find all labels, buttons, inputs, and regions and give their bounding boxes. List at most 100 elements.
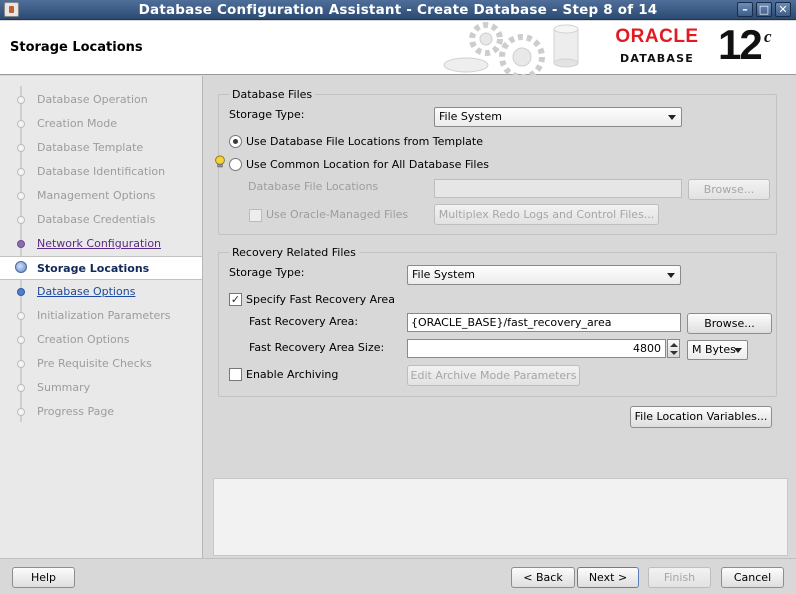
use-template-locations-radio[interactable] <box>229 135 242 148</box>
fra-size-unit-value: M Bytes <box>692 343 736 356</box>
step-label[interactable]: Database Options <box>37 285 135 298</box>
step-label: Management Options <box>37 189 156 202</box>
gears-decoration-icon <box>443 22 579 75</box>
step-label: Database Template <box>37 141 144 154</box>
step-label[interactable]: Network Configuration <box>37 237 161 250</box>
fra-path-input[interactable]: {ORACLE_BASE}/fast_recovery_area <box>407 313 681 332</box>
step-dot-icon <box>17 96 25 104</box>
use-template-locations-label[interactable]: Use Database File Locations from Templat… <box>246 135 483 148</box>
cancel-button[interactable]: Cancel <box>721 567 784 588</box>
step-label: Pre Requisite Checks <box>37 357 152 370</box>
fra-label: Fast Recovery Area: <box>249 315 359 328</box>
step-dot-icon <box>17 384 25 392</box>
step-creation-mode: Creation Mode <box>0 113 202 135</box>
specify-fra-label[interactable]: Specify Fast Recovery Area <box>246 293 395 306</box>
recovery-storage-type-label: Storage Type: <box>229 266 305 279</box>
step-label: Database Identification <box>37 165 166 178</box>
step-dot-icon <box>17 144 25 152</box>
step-label: Creation Options <box>37 333 130 346</box>
step-dot-icon <box>17 312 25 320</box>
step-creation-options: Creation Options <box>0 329 202 351</box>
step-dot-icon <box>17 288 25 296</box>
spinner-up-icon[interactable] <box>670 343 678 347</box>
back-button[interactable]: < Back <box>511 567 575 588</box>
step-database-options[interactable]: Database Options <box>0 281 202 303</box>
step-label: Progress Page <box>37 405 115 418</box>
step-label: Creation Mode <box>37 117 118 130</box>
spinner-down-icon[interactable] <box>670 351 678 355</box>
oracle-logo-text: ORACLE <box>615 26 699 47</box>
lightbulb-hint-icon <box>215 155 225 168</box>
chevron-down-icon <box>667 273 675 278</box>
current-step-icon <box>15 261 27 273</box>
step-dot-icon <box>17 408 25 416</box>
edit-archive-params-button[interactable]: Edit Archive Mode Parameters <box>407 365 580 386</box>
maximize-button[interactable]: □ <box>756 2 772 17</box>
window-title-bar[interactable]: Database Configuration Assistant - Creat… <box>0 0 796 20</box>
multiplex-redo-logs-button[interactable]: Multiplex Redo Logs and Control Files... <box>434 204 659 225</box>
oracle-managed-files-checkbox[interactable] <box>249 209 262 222</box>
step-label: Storage Locations <box>37 262 150 275</box>
message-area <box>213 478 788 556</box>
steps-sidebar: Database Operation Creation Mode Databas… <box>0 76 203 558</box>
step-dot-icon <box>17 240 25 248</box>
version-suffix: c <box>764 27 772 46</box>
step-storage-locations: Storage Locations <box>0 256 202 280</box>
step-network-configuration[interactable]: Network Configuration <box>0 233 202 255</box>
use-common-location-radio[interactable] <box>229 158 242 171</box>
step-summary: Summary <box>0 377 202 399</box>
db-file-locations-label: Database File Locations <box>248 180 379 193</box>
recovery-storage-type-select[interactable]: File System <box>407 265 681 285</box>
step-dot-icon <box>17 120 25 128</box>
minimize-button[interactable]: – <box>737 2 753 17</box>
db-storage-type-value: File System <box>439 110 502 123</box>
db-file-locations-input[interactable] <box>434 179 682 198</box>
fra-browse-button[interactable]: Browse... <box>687 313 772 334</box>
chevron-down-icon <box>668 115 676 120</box>
specify-fra-checkbox[interactable]: ✓ <box>229 293 242 306</box>
help-button[interactable]: Help <box>12 567 75 588</box>
step-dot-icon <box>17 336 25 344</box>
header-banner: Storage Locations ORACLE DATABASE 12 c <box>0 21 796 75</box>
step-database-credentials: Database Credentials <box>0 209 202 231</box>
db-storage-type-select[interactable]: File System <box>434 107 682 127</box>
step-label: Initialization Parameters <box>37 309 171 322</box>
file-location-variables-button[interactable]: File Location Variables... <box>630 406 772 428</box>
database-files-legend: Database Files <box>229 88 316 101</box>
step-dot-icon <box>17 360 25 368</box>
step-database-template: Database Template <box>0 137 202 159</box>
version-number: 12 <box>718 21 763 68</box>
finish-button[interactable]: Finish <box>648 567 711 588</box>
recovery-storage-type-value: File System <box>412 268 475 281</box>
db-storage-type-label: Storage Type: <box>229 108 305 121</box>
window-title: Database Configuration Assistant - Creat… <box>138 2 658 18</box>
oracle-logo: ORACLE DATABASE <box>604 26 710 70</box>
database-logo-text: DATABASE <box>620 52 694 65</box>
step-management-options: Management Options <box>0 185 202 207</box>
fra-size-spinner[interactable] <box>667 339 680 358</box>
step-pre-requisite-checks: Pre Requisite Checks <box>0 353 202 375</box>
step-database-operation: Database Operation <box>0 89 202 111</box>
step-dot-icon <box>17 168 25 176</box>
step-dot-icon <box>17 216 25 224</box>
fra-size-unit-select[interactable]: M Bytes <box>687 340 748 360</box>
step-label: Summary <box>37 381 91 394</box>
step-progress-page: Progress Page <box>0 401 202 423</box>
enable-archiving-label[interactable]: Enable Archiving <box>246 368 338 381</box>
step-initialization-parameters: Initialization Parameters <box>0 305 202 327</box>
close-button[interactable]: ✕ <box>775 2 791 17</box>
recovery-files-legend: Recovery Related Files <box>229 246 359 259</box>
step-label: Database Credentials <box>37 213 156 226</box>
step-label: Database Operation <box>37 93 148 106</box>
step-database-identification: Database Identification <box>0 161 202 183</box>
enable-archiving-checkbox[interactable] <box>229 368 242 381</box>
use-common-location-label[interactable]: Use Common Location for All Database Fil… <box>246 158 489 171</box>
step-dot-icon <box>17 192 25 200</box>
page-title: Storage Locations <box>10 40 143 55</box>
next-button[interactable]: Next > <box>577 567 639 588</box>
chevron-down-icon <box>734 348 742 353</box>
oracle-managed-files-label: Use Oracle-Managed Files <box>266 208 409 221</box>
fra-size-label: Fast Recovery Area Size: <box>249 341 385 354</box>
db-file-browse-button[interactable]: Browse... <box>688 179 770 200</box>
fra-size-input[interactable]: 4800 <box>407 339 666 358</box>
